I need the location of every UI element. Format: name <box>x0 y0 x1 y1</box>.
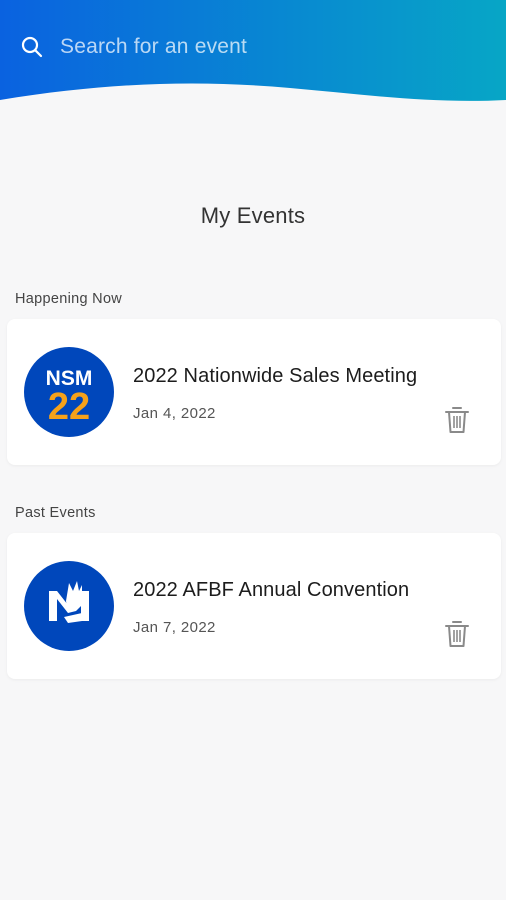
page-title: My Events <box>200 203 306 228</box>
event-title: 2022 AFBF Annual Convention <box>133 579 410 601</box>
nationwide-eagle-logo <box>24 561 114 651</box>
section-label-happening-now: Happening Now <box>15 291 123 307</box>
trash-icon[interactable] <box>444 405 470 435</box>
header-banner: Search for an event <box>0 0 506 110</box>
search-bar[interactable]: Search for an event <box>20 30 247 64</box>
nsm22-logo: NSM 22 <box>24 347 114 437</box>
section-label-past-events: Past Events <box>15 505 96 521</box>
search-icon <box>21 36 43 58</box>
search-input[interactable]: Search for an event <box>60 35 247 59</box>
logo-line-2: 22 <box>48 386 90 428</box>
event-date: Jan 4, 2022 <box>133 405 216 422</box>
event-date: Jan 7, 2022 <box>133 619 216 636</box>
event-card-afbf-annual-convention[interactable]: 2022 AFBF Annual Convention Jan 7, 2022 <box>7 533 501 679</box>
event-card-nationwide-sales-meeting[interactable]: NSM 22 2022 Nationwide Sales Meeting Jan… <box>7 319 501 465</box>
event-title: 2022 Nationwide Sales Meeting <box>133 365 418 387</box>
trash-icon[interactable] <box>444 619 470 649</box>
